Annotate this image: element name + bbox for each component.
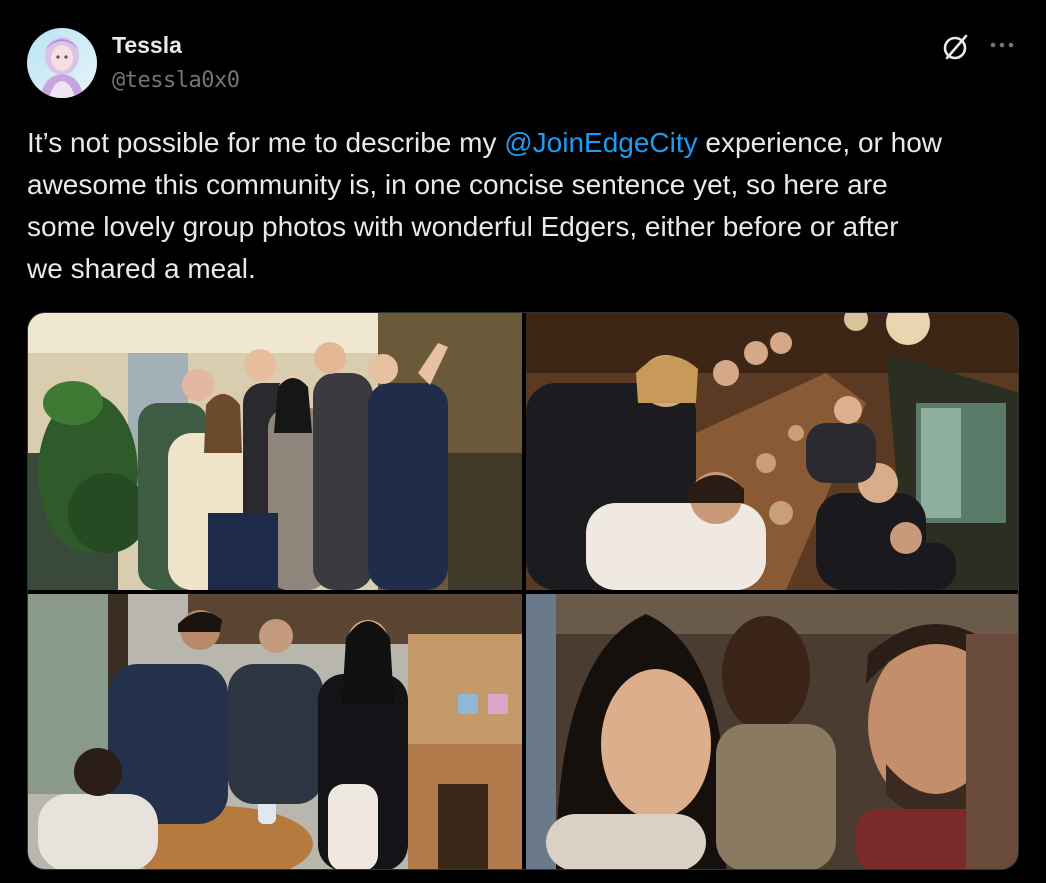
author-handle[interactable]: @tessla0x0 [112,68,240,93]
tweet-card: Tessla @tessla0x0 It’s not possible for … [0,0,1046,883]
media-photo-1[interactable] [28,313,522,590]
tweet-text-line: It’s not possible for me to describe my … [27,122,1027,164]
tweet-text-segment: experience, or how [697,127,943,158]
author-display-name[interactable]: Tessla [112,32,182,59]
media-photo-2[interactable] [526,313,1018,590]
tweet-text-segment: It’s not possible for me to describe my [27,127,505,158]
mention-link[interactable]: @JoinEdgeCity [504,127,697,158]
author-avatar[interactable] [27,28,97,98]
media-photo-3[interactable] [28,594,522,869]
tweet-text-line: some lovely group photos with wonderful … [27,211,899,242]
tweet-text-line: we shared a meal. [27,253,256,284]
media-photo-4[interactable] [526,594,1018,869]
tweet-text: It’s not possible for me to describe my … [27,122,1027,290]
more-horizontal-icon[interactable] [986,30,1020,64]
tweet-text-line: awesome this community is, in one concis… [27,169,888,200]
media-grid [27,312,1019,870]
grok-slash-circle-icon[interactable] [939,30,973,64]
